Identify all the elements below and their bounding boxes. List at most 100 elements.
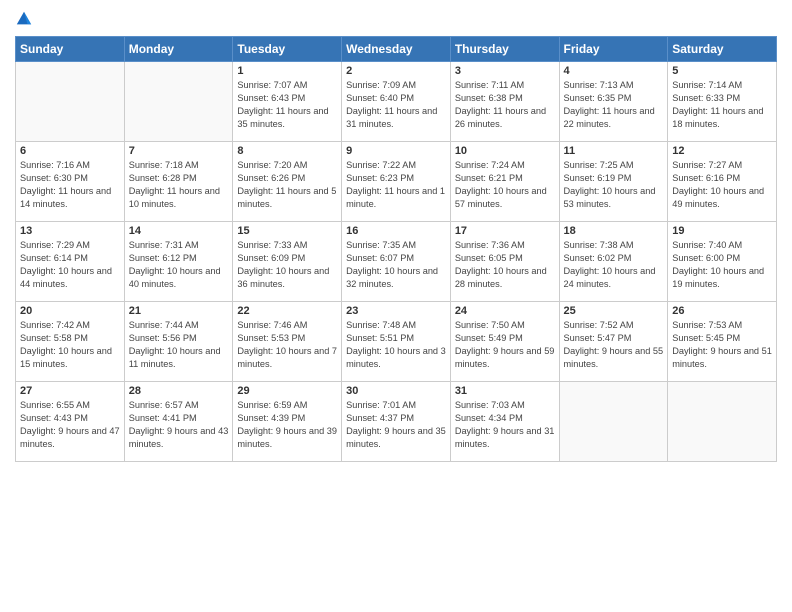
calendar-cell: 21 Sunrise: 7:44 AM Sunset: 5:56 PM Dayli… (124, 302, 233, 382)
day-number: 29 (237, 385, 337, 397)
day-number: 6 (20, 145, 120, 157)
week-row-4: 20Sunrise: 7:42 AM Sunset: 5:58 PM Dayli… (16, 302, 777, 382)
day-number: 3 (455, 65, 555, 77)
logo (15, 10, 35, 28)
day-info: Sunrise: 7:53 AM Sunset: 5:45 PM Dayligh… (672, 319, 772, 371)
calendar-cell: 31 Sunrise: 7:03 AM Sunset: 4:34 PM Dayli… (450, 382, 559, 462)
week-row-1: 1Sunrise: 7:07 AM Sunset: 6:43 PM Daylig… (16, 62, 777, 142)
day-info: Sunrise: 7:50 AM Sunset: 5:49 PM Dayligh… (455, 319, 555, 371)
day-info: Sunrise: 7:22 AM Sunset: 6:23 PM Dayligh… (346, 159, 446, 211)
calendar-cell: 13 Sunrise: 7:29 AM Sunset: 6:14 PM Dayli… (16, 222, 125, 302)
day-info: Sunrise: 7:16 AM Sunset: 6:30 PM Dayligh… (20, 159, 120, 211)
day-number: 10 (455, 145, 555, 157)
day-info: Sunrise: 7:13 AM Sunset: 6:35 PM Dayligh… (564, 79, 664, 131)
calendar-cell: 16 Sunrise: 7:35 AM Sunset: 6:07 PM Dayli… (342, 222, 451, 302)
calendar-cell: 2 Sunrise: 7:09 AM Sunset: 6:40 PM Daylig… (342, 62, 451, 142)
day-number: 28 (129, 385, 229, 397)
day-info: Sunrise: 7:35 AM Sunset: 6:07 PM Dayligh… (346, 239, 446, 291)
calendar-cell: 11 Sunrise: 7:25 AM Sunset: 6:19 PM Dayli… (559, 142, 668, 222)
day-number: 13 (20, 225, 120, 237)
day-number: 5 (672, 65, 772, 77)
day-info: Sunrise: 7:36 AM Sunset: 6:05 PM Dayligh… (455, 239, 555, 291)
calendar-cell: 7 Sunrise: 7:18 AM Sunset: 6:28 PM Daylig… (124, 142, 233, 222)
calendar-cell: 23 Sunrise: 7:48 AM Sunset: 5:51 PM Dayli… (342, 302, 451, 382)
day-number: 22 (237, 305, 337, 317)
day-number: 14 (129, 225, 229, 237)
day-info: Sunrise: 7:01 AM Sunset: 4:37 PM Dayligh… (346, 399, 446, 451)
calendar-cell: 20Sunrise: 7:42 AM Sunset: 5:58 PM Dayli… (16, 302, 125, 382)
day-info: Sunrise: 7:24 AM Sunset: 6:21 PM Dayligh… (455, 159, 555, 211)
day-info: Sunrise: 7:52 AM Sunset: 5:47 PM Dayligh… (564, 319, 664, 371)
calendar-cell: 3 Sunrise: 7:11 AM Sunset: 6:38 PM Daylig… (450, 62, 559, 142)
day-number: 16 (346, 225, 446, 237)
calendar-cell: 18Sunrise: 7:38 AM Sunset: 6:02 PM Dayli… (559, 222, 668, 302)
calendar-cell: 1Sunrise: 7:07 AM Sunset: 6:43 PM Daylig… (233, 62, 342, 142)
day-info: Sunrise: 7:25 AM Sunset: 6:19 PM Dayligh… (564, 159, 664, 211)
day-info: Sunrise: 7:29 AM Sunset: 6:14 PM Dayligh… (20, 239, 120, 291)
calendar-cell: 25Sunrise: 7:52 AM Sunset: 5:47 PM Dayli… (559, 302, 668, 382)
calendar-cell: 17 Sunrise: 7:36 AM Sunset: 6:05 PM Dayli… (450, 222, 559, 302)
calendar-cell (559, 382, 668, 462)
day-number: 7 (129, 145, 229, 157)
col-header-saturday: Saturday (668, 37, 777, 62)
day-number: 31 (455, 385, 555, 397)
col-header-thursday: Thursday (450, 37, 559, 62)
day-number: 27 (20, 385, 120, 397)
day-number: 30 (346, 385, 446, 397)
day-number: 4 (564, 65, 664, 77)
col-header-tuesday: Tuesday (233, 37, 342, 62)
day-number: 15 (237, 225, 337, 237)
day-number: 19 (672, 225, 772, 237)
day-number: 12 (672, 145, 772, 157)
calendar-cell: 12 Sunrise: 7:27 AM Sunset: 6:16 PM Dayli… (668, 142, 777, 222)
day-info: Sunrise: 7:48 AM Sunset: 5:51 PM Dayligh… (346, 319, 446, 371)
col-header-monday: Monday (124, 37, 233, 62)
calendar-cell: 29 Sunrise: 6:59 AM Sunset: 4:39 PM Dayli… (233, 382, 342, 462)
calendar-cell: 4 Sunrise: 7:13 AM Sunset: 6:35 PM Daylig… (559, 62, 668, 142)
calendar-cell: 26 Sunrise: 7:53 AM Sunset: 5:45 PM Dayli… (668, 302, 777, 382)
day-info: Sunrise: 6:57 AM Sunset: 4:41 PM Dayligh… (129, 399, 229, 451)
day-info: Sunrise: 7:44 AM Sunset: 5:56 PM Dayligh… (129, 319, 229, 371)
day-info: Sunrise: 6:55 AM Sunset: 4:43 PM Dayligh… (20, 399, 120, 451)
day-number: 18 (564, 225, 664, 237)
day-number: 11 (564, 145, 664, 157)
calendar-cell: 22Sunrise: 7:46 AM Sunset: 5:53 PM Dayli… (233, 302, 342, 382)
week-row-5: 27 Sunrise: 6:55 AM Sunset: 4:43 PM Dayli… (16, 382, 777, 462)
day-info: Sunrise: 7:03 AM Sunset: 4:34 PM Dayligh… (455, 399, 555, 451)
day-number: 9 (346, 145, 446, 157)
week-row-3: 13 Sunrise: 7:29 AM Sunset: 6:14 PM Dayli… (16, 222, 777, 302)
day-number: 1 (237, 65, 337, 77)
day-info: Sunrise: 7:27 AM Sunset: 6:16 PM Dayligh… (672, 159, 772, 211)
calendar-cell: 8 Sunrise: 7:20 AM Sunset: 6:26 PM Daylig… (233, 142, 342, 222)
day-info: Sunrise: 7:31 AM Sunset: 6:12 PM Dayligh… (129, 239, 229, 291)
day-number: 20 (20, 305, 120, 317)
day-number: 8 (237, 145, 337, 157)
col-header-wednesday: Wednesday (342, 37, 451, 62)
calendar-cell: 27 Sunrise: 6:55 AM Sunset: 4:43 PM Dayli… (16, 382, 125, 462)
col-header-friday: Friday (559, 37, 668, 62)
calendar-cell: 30 Sunrise: 7:01 AM Sunset: 4:37 PM Dayli… (342, 382, 451, 462)
calendar-cell (668, 382, 777, 462)
logo-icon (15, 10, 33, 28)
calendar-cell: 5 Sunrise: 7:14 AM Sunset: 6:33 PM Daylig… (668, 62, 777, 142)
calendar-table: SundayMondayTuesdayWednesdayThursdayFrid… (15, 36, 777, 462)
day-info: Sunrise: 6:59 AM Sunset: 4:39 PM Dayligh… (237, 399, 337, 451)
day-number: 26 (672, 305, 772, 317)
day-number: 24 (455, 305, 555, 317)
day-info: Sunrise: 7:40 AM Sunset: 6:00 PM Dayligh… (672, 239, 772, 291)
day-number: 23 (346, 305, 446, 317)
day-number: 2 (346, 65, 446, 77)
day-number: 21 (129, 305, 229, 317)
calendar-cell: 14 Sunrise: 7:31 AM Sunset: 6:12 PM Dayli… (124, 222, 233, 302)
calendar-cell: 15 Sunrise: 7:33 AM Sunset: 6:09 PM Dayli… (233, 222, 342, 302)
day-info: Sunrise: 7:14 AM Sunset: 6:33 PM Dayligh… (672, 79, 772, 131)
header (15, 10, 777, 28)
day-info: Sunrise: 7:20 AM Sunset: 6:26 PM Dayligh… (237, 159, 337, 211)
calendar-cell: 19 Sunrise: 7:40 AM Sunset: 6:00 PM Dayli… (668, 222, 777, 302)
day-number: 17 (455, 225, 555, 237)
day-info: Sunrise: 7:09 AM Sunset: 6:40 PM Dayligh… (346, 79, 446, 131)
calendar-cell: 28 Sunrise: 6:57 AM Sunset: 4:41 PM Dayli… (124, 382, 233, 462)
day-info: Sunrise: 7:18 AM Sunset: 6:28 PM Dayligh… (129, 159, 229, 211)
day-info: Sunrise: 7:11 AM Sunset: 6:38 PM Dayligh… (455, 79, 555, 131)
day-info: Sunrise: 7:33 AM Sunset: 6:09 PM Dayligh… (237, 239, 337, 291)
